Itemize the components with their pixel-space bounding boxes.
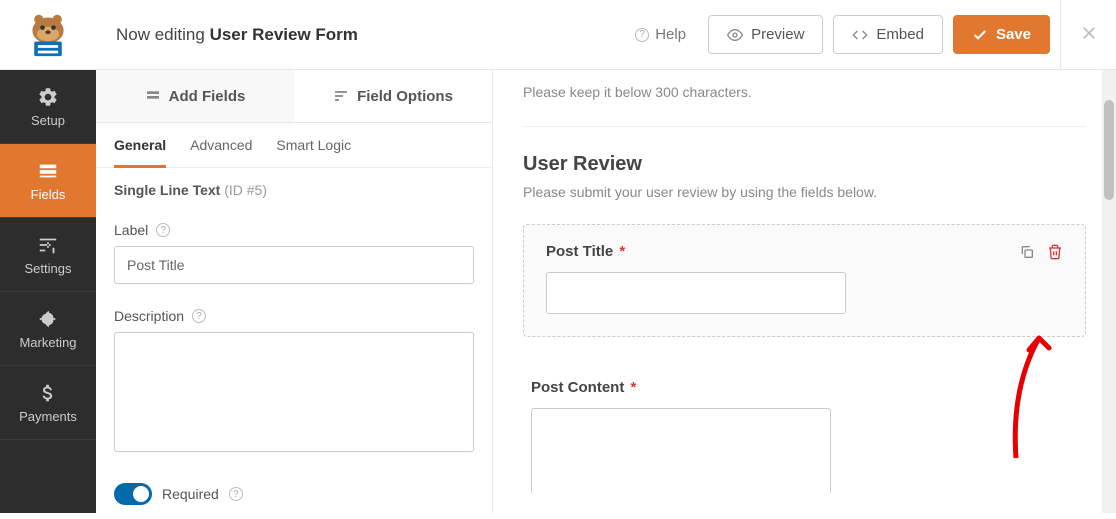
- field-id: (ID #5): [224, 182, 267, 198]
- help-icon[interactable]: ?: [229, 487, 243, 501]
- trash-icon[interactable]: [1047, 244, 1063, 260]
- divider: [523, 126, 1086, 127]
- close-icon: [1079, 23, 1099, 43]
- embed-button[interactable]: Embed: [833, 15, 943, 54]
- sidebar-item-payments[interactable]: Payments: [0, 366, 96, 440]
- bullhorn-icon: [37, 308, 59, 330]
- preview-button[interactable]: Preview: [708, 15, 823, 54]
- field-block-post-title[interactable]: Post Title *: [523, 224, 1086, 337]
- label-label: Label: [114, 222, 148, 238]
- subtab-smart-logic[interactable]: Smart Logic: [276, 137, 351, 167]
- section-description: Please submit your user review by using …: [523, 184, 1086, 200]
- subtab-advanced[interactable]: Advanced: [190, 137, 252, 167]
- side-label: Payments: [19, 409, 77, 424]
- label-input[interactable]: [114, 246, 474, 284]
- tab-add-fields[interactable]: Add Fields: [96, 70, 294, 122]
- help-link[interactable]: ? Help: [635, 26, 698, 43]
- scrollbar-thumb[interactable]: [1104, 100, 1114, 200]
- app-logo: [0, 12, 96, 58]
- save-button[interactable]: Save: [953, 15, 1050, 54]
- sidebar-item-setup[interactable]: Setup: [0, 70, 96, 144]
- gear-icon: [37, 86, 59, 108]
- close-button[interactable]: [1079, 19, 1099, 50]
- save-label: Save: [996, 26, 1031, 43]
- sliders-icon: [333, 88, 349, 104]
- field-type-name: Single Line Text: [114, 182, 220, 198]
- required-label: Required: [162, 486, 219, 502]
- char-limit-hint: Please keep it below 300 characters.: [523, 84, 1086, 100]
- sidebar-item-fields[interactable]: Fields: [0, 144, 96, 218]
- form-icon: [145, 88, 161, 104]
- field-block-post-content[interactable]: Post Content *: [523, 361, 1086, 493]
- help-icon: ?: [635, 28, 649, 42]
- side-label: Marketing: [19, 335, 76, 350]
- scrollbar-track[interactable]: [1102, 70, 1116, 513]
- preview-textarea: [531, 408, 831, 493]
- eye-icon: [727, 27, 743, 43]
- side-label: Fields: [31, 187, 66, 202]
- required-asterisk: *: [619, 243, 625, 260]
- page-title: Now editing User Review Form: [96, 25, 635, 45]
- preview-input: [546, 272, 846, 314]
- sliders-icon: [37, 234, 59, 256]
- list-icon: [37, 160, 59, 182]
- required-asterisk: *: [631, 379, 637, 396]
- section-title: User Review: [523, 153, 1086, 176]
- title-form-name: User Review Form: [210, 25, 358, 44]
- preview-label: Preview: [751, 26, 804, 43]
- required-toggle[interactable]: [114, 483, 152, 505]
- duplicate-icon[interactable]: [1019, 244, 1035, 260]
- description-input[interactable]: [114, 332, 474, 452]
- side-label: Setup: [31, 113, 65, 128]
- tab-field-options[interactable]: Field Options: [294, 70, 492, 122]
- dollar-icon: [37, 382, 59, 404]
- field-label: Post Content: [531, 379, 624, 396]
- help-icon[interactable]: ?: [192, 309, 206, 323]
- check-icon: [972, 27, 988, 43]
- side-label: Settings: [25, 261, 72, 276]
- field-label: Post Title: [546, 243, 613, 260]
- description-label: Description: [114, 308, 184, 324]
- tab-label: Field Options: [357, 88, 453, 105]
- help-label: Help: [655, 26, 686, 43]
- subtab-general[interactable]: General: [114, 137, 166, 168]
- title-prefix: Now editing: [116, 25, 205, 44]
- embed-label: Embed: [876, 26, 924, 43]
- code-icon: [852, 27, 868, 43]
- sidebar-item-marketing[interactable]: Marketing: [0, 292, 96, 366]
- sidebar-item-settings[interactable]: Settings: [0, 218, 96, 292]
- help-icon[interactable]: ?: [156, 223, 170, 237]
- tab-label: Add Fields: [169, 88, 246, 105]
